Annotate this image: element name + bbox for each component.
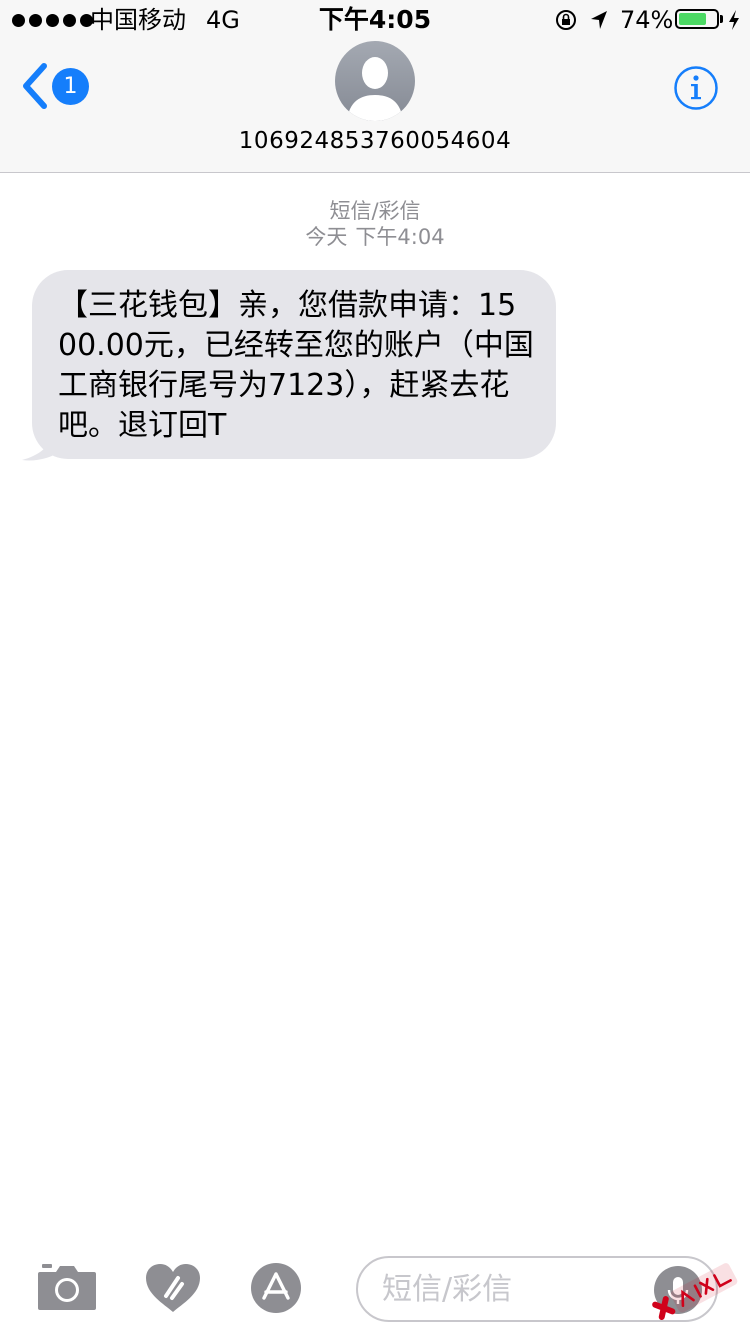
camera-icon[interactable] (38, 1264, 96, 1310)
messages-screen: 中国移动 4G 下午4:05 74% 1 106924853760054604 … (0, 0, 750, 1334)
battery-level-fill (679, 13, 706, 25)
contact-avatar[interactable] (335, 41, 415, 121)
charging-bolt-icon (729, 10, 739, 30)
status-bar: 中国移动 4G 下午4:05 74% (0, 0, 750, 40)
digital-touch-heart-icon[interactable] (144, 1262, 202, 1314)
location-arrow-icon (591, 11, 607, 29)
conversation-meta: 短信/彩信 今天 下午4:04 (0, 198, 750, 250)
message-type-label: 短信/彩信 (329, 199, 421, 223)
contact-number[interactable]: 106924853760054604 (0, 126, 750, 156)
back-chevron-icon (23, 63, 47, 109)
battery-percent: 74% (620, 6, 674, 34)
info-icon[interactable] (673, 65, 719, 111)
input-bar (0, 1240, 750, 1334)
app-store-icon[interactable] (250, 1262, 302, 1314)
unread-count-badge: 1 (52, 68, 89, 105)
orientation-lock-icon (556, 10, 576, 30)
watermark-logo-icon (652, 1263, 738, 1321)
back-button[interactable]: 1 (20, 62, 96, 112)
message-input[interactable] (382, 1267, 642, 1311)
battery-icon (675, 9, 719, 29)
battery-cap (720, 15, 723, 23)
message-bubble-body: 【三花钱包】亲，您借款申请：1500.00元，已经转至您的账户（中国工商银行尾号… (32, 270, 556, 459)
message-text: 【三花钱包】亲，您借款申请：1500.00元，已经转至您的账户（中国工商银行尾号… (58, 288, 534, 443)
default-avatar-icon (335, 41, 415, 121)
timestamp-day: 今天 (305, 225, 348, 249)
message-timestamp: 今天 下午4:04 (0, 224, 750, 250)
timestamp-time: 下午4:04 (355, 225, 445, 249)
message-bubble-incoming[interactable]: 【三花钱包】亲，您借款申请：1500.00元，已经转至您的账户（中国工商银行尾号… (22, 270, 558, 462)
